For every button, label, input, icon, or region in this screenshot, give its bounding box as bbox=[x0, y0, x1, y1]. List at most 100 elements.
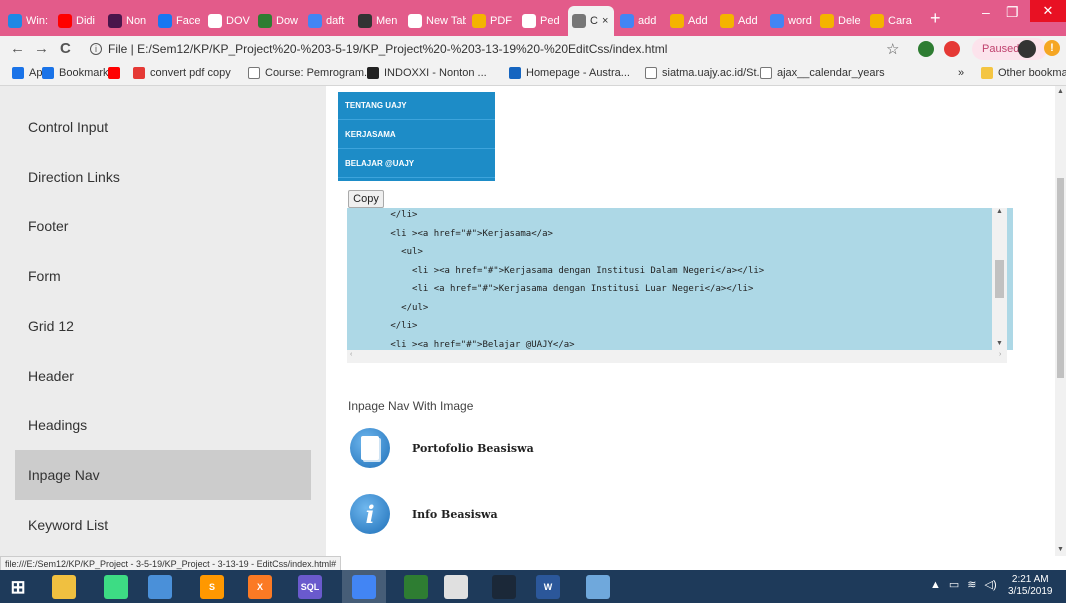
code-vertical-scrollbar[interactable]: ▲ ▼ bbox=[992, 208, 1007, 350]
sidebar-item[interactable]: Keyword List bbox=[15, 500, 311, 550]
address-bar[interactable]: i File | E:/Sem12/KP/KP_Project%20-%203-… bbox=[90, 38, 900, 60]
bookmark-item[interactable]: siatma.uajy.ac.id/St... bbox=[645, 67, 766, 79]
clock[interactable]: 2:21 AM 3/15/2019 bbox=[1008, 574, 1053, 598]
file-explorer-icon[interactable] bbox=[52, 575, 76, 599]
inpage-image-title: Inpage Nav With Image bbox=[348, 399, 474, 413]
paint-icon[interactable] bbox=[586, 575, 610, 599]
profile-paused-button[interactable]: Paused bbox=[972, 38, 1048, 60]
word-icon[interactable]: W bbox=[536, 575, 560, 599]
browser-tab[interactable]: Didi bbox=[54, 6, 102, 36]
bookmark-item[interactable]: INDOXXI - Nonton ... bbox=[367, 67, 487, 79]
page-scroll-thumb[interactable] bbox=[1057, 178, 1064, 378]
extension-icon[interactable] bbox=[918, 41, 934, 57]
wifi-icon[interactable]: ≋ bbox=[967, 578, 976, 591]
browser-tab[interactable]: Dele bbox=[816, 6, 864, 36]
sidebar-item[interactable]: Footer bbox=[15, 201, 311, 251]
copy-button[interactable]: Copy bbox=[348, 190, 384, 208]
tab-label: Didi bbox=[76, 15, 95, 27]
browser-tab[interactable]: Cara bbox=[866, 6, 914, 36]
code-block[interactable]: </li> <li ><a href="#">Kerjasama</a> <ul… bbox=[347, 208, 1013, 350]
browser-tab[interactable]: C × bbox=[568, 6, 614, 36]
close-tab-icon[interactable]: × bbox=[602, 15, 608, 27]
sidebar-item[interactable]: Form bbox=[15, 251, 311, 301]
taskbar: ▲ ▭ ≋ ◁) 2:21 AM 3/15/2019 ⊞ S X SQL W bbox=[0, 570, 1066, 603]
window-icon[interactable] bbox=[444, 575, 468, 599]
avatar[interactable] bbox=[1018, 40, 1036, 58]
bookmark-item[interactable]: Bookmarks bbox=[42, 67, 114, 79]
sidebar-item[interactable]: Control Input bbox=[15, 102, 311, 152]
forward-button[interactable]: → bbox=[34, 40, 49, 57]
scroll-down-arrow[interactable]: ▼ bbox=[996, 340, 1003, 347]
inpage-image-item[interactable]: i Info Beasiswa bbox=[350, 494, 498, 534]
page-vertical-scrollbar[interactable]: ▲ ▼ bbox=[1055, 86, 1066, 556]
page-scroll-down-arrow[interactable]: ▼ bbox=[1057, 546, 1064, 553]
bookmark-item[interactable]: Homepage - Austra... bbox=[509, 67, 630, 79]
network-icon[interactable] bbox=[148, 575, 172, 599]
start-icon[interactable]: ⊞ bbox=[6, 575, 30, 599]
minimize-button[interactable]: – bbox=[982, 4, 990, 20]
menu-item[interactable]: KERJASAMA bbox=[338, 121, 495, 149]
tab-label: Men bbox=[376, 15, 398, 27]
bookmarks-bar: » Other bookmarks AppsBookmarksconvert p… bbox=[0, 62, 1066, 86]
code-line: <li <a href="#">Kerjasama dengan Institu… bbox=[347, 284, 754, 294]
menu-item[interactable]: TENTANG UAJY bbox=[338, 92, 495, 120]
android-studio-icon[interactable] bbox=[104, 575, 128, 599]
new-tab-button[interactable]: + bbox=[930, 8, 941, 29]
steam-icon[interactable] bbox=[492, 575, 516, 599]
warning-icon[interactable]: ! bbox=[1044, 40, 1060, 56]
browser-tab[interactable]: PDF bbox=[468, 6, 516, 36]
info-icon: i bbox=[350, 494, 390, 534]
code-scroll-thumb[interactable] bbox=[995, 260, 1004, 298]
newtab-icon bbox=[408, 14, 422, 28]
browser-tab[interactable]: Win: bbox=[4, 6, 52, 36]
info-icon[interactable]: i bbox=[90, 43, 102, 55]
system-tray[interactable]: ▲ ▭ ≋ ◁) bbox=[930, 578, 997, 592]
browser-tab[interactable]: Add bbox=[716, 6, 764, 36]
page-scroll-up-arrow[interactable]: ▲ bbox=[1057, 88, 1064, 95]
browser-tab[interactable]: Face bbox=[154, 6, 202, 36]
address-text[interactable]: File | E:/Sem12/KP/KP_Project%20-%203-5-… bbox=[108, 42, 667, 56]
bookmarks-overflow-button[interactable]: » bbox=[958, 67, 964, 79]
sidebar-item[interactable]: Direction Links bbox=[15, 152, 311, 202]
browser-tab[interactable]: Ped bbox=[518, 6, 566, 36]
sidebar-item[interactable]: Header bbox=[15, 351, 311, 401]
tray-expand-icon[interactable]: ▲ bbox=[930, 579, 941, 591]
reload-button[interactable]: C bbox=[60, 40, 71, 57]
menu-item[interactable]: BELAJAR @UAJY bbox=[338, 150, 495, 178]
xampp-icon[interactable]: X bbox=[248, 575, 272, 599]
browser-tab[interactable]: Non bbox=[104, 6, 152, 36]
sidebar-item[interactable]: Grid 12 bbox=[15, 301, 311, 351]
back-button[interactable]: ← bbox=[10, 40, 25, 57]
browser-tab[interactable]: Add bbox=[666, 6, 714, 36]
inpage-image-item[interactable]: Portofolio Beasiswa bbox=[350, 428, 534, 468]
bookmark-item[interactable]: convert pdf copy bbox=[133, 67, 231, 79]
scroll-up-arrow[interactable]: ▲ bbox=[996, 208, 1003, 215]
adblock-icon[interactable] bbox=[944, 41, 960, 57]
browser-tab[interactable]: New Tab bbox=[404, 6, 466, 36]
browser-tab[interactable]: Dow bbox=[254, 6, 302, 36]
browser-tab[interactable]: Men bbox=[354, 6, 402, 36]
sql-icon[interactable]: SQL bbox=[298, 575, 322, 599]
scroll-left-arrow[interactable]: ‹ bbox=[350, 351, 352, 358]
bookmark-item[interactable]: ajax__calendar_years bbox=[760, 67, 885, 79]
sidebar-item[interactable]: Inpage Nav bbox=[15, 449, 311, 500]
volume-icon[interactable]: ◁) bbox=[985, 578, 997, 591]
other-bookmarks[interactable]: Other bookmarks bbox=[981, 67, 1066, 79]
chrome-icon[interactable] bbox=[352, 575, 376, 599]
sublime-icon[interactable]: S bbox=[200, 575, 224, 599]
bookmark-item[interactable] bbox=[108, 67, 125, 79]
maximize-button[interactable]: ❐ bbox=[1006, 4, 1019, 21]
bookmark-item[interactable]: Course: Pemrogram... bbox=[248, 67, 373, 79]
sidebar-item[interactable]: Headings bbox=[15, 400, 311, 450]
battery-icon[interactable]: ▭ bbox=[949, 578, 959, 591]
close-window-button[interactable]: ✕ bbox=[1030, 0, 1066, 22]
books-icon[interactable] bbox=[404, 575, 428, 599]
bookmark-star-icon[interactable]: ☆ bbox=[886, 40, 899, 58]
browser-tab[interactable]: add bbox=[616, 6, 664, 36]
code-horizontal-scrollbar[interactable]: ‹ › bbox=[347, 350, 1007, 363]
scroll-right-arrow[interactable]: › bbox=[999, 351, 1001, 358]
browser-tab[interactable]: word bbox=[766, 6, 814, 36]
browser-tab[interactable]: daft bbox=[304, 6, 352, 36]
code-line: </li> bbox=[347, 210, 418, 220]
browser-tab[interactable]: DOV bbox=[204, 6, 252, 36]
